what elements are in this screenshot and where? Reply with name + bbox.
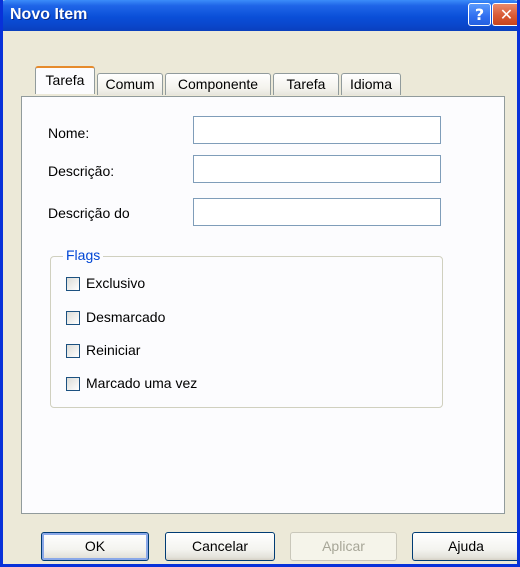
ok-button[interactable]: OK [41,532,149,561]
close-icon[interactable]: ✕ [492,3,517,26]
exclusivo-checkbox[interactable] [66,277,80,291]
tab-tarefa-1[interactable]: Tarefa [35,66,95,94]
tab-tarefa-2[interactable]: Tarefa [273,73,339,95]
reiniciar-checkbox[interactable] [66,344,80,358]
desmarcado-checkbox[interactable] [66,311,80,325]
marcado-uma-vez-label: Marcado uma vez [86,375,198,391]
reiniciar-label: Reiniciar [86,342,141,358]
title-bar[interactable]: Novo Item ? ✕ [3,0,517,31]
apply-button: Aplicar [290,532,397,561]
descricao-input[interactable] [193,155,441,183]
descricao-do-input[interactable] [193,198,441,226]
exclusivo-label: Exclusivo [86,275,146,291]
window-title: Novo Item [10,6,88,23]
tab-componente[interactable]: Componente [165,73,271,95]
dialog-window: Novo Item ? ✕ Tarefa Comum Componente Ta… [0,0,520,567]
flags-title: Flags [63,247,104,263]
descricao-do-label: Descrição do [48,205,130,221]
marcado-uma-vez-checkbox[interactable] [66,377,80,391]
help-button[interactable]: Ajuda [412,532,517,561]
descricao-label: Descrição: [48,163,115,179]
tab-comum[interactable]: Comum [97,73,163,95]
nome-label: Nome: [48,125,90,141]
desmarcado-label: Desmarcado [86,309,166,325]
cancel-button[interactable]: Cancelar [165,532,275,561]
help-icon[interactable]: ? [468,3,491,26]
tab-idioma[interactable]: Idioma [341,73,401,95]
nome-input[interactable] [193,116,441,144]
